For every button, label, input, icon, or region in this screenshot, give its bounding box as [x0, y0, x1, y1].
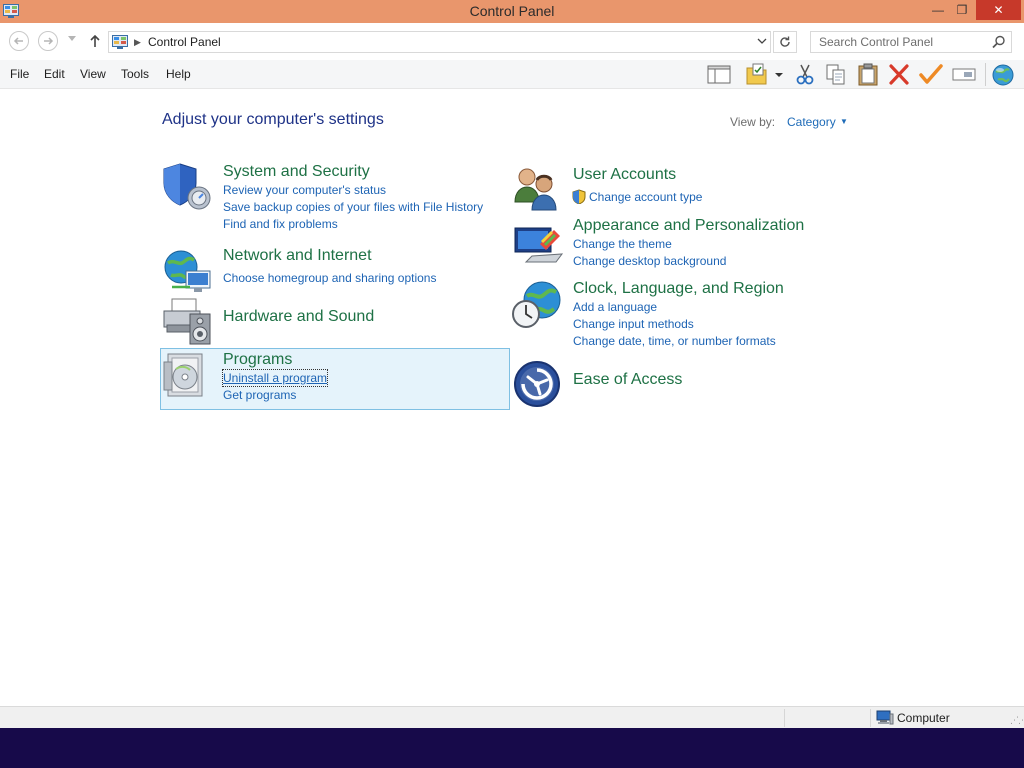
forward-button[interactable] [38, 31, 58, 51]
category-title[interactable]: Hardware and Sound [223, 307, 374, 326]
properties-button[interactable] [744, 62, 770, 87]
link-uninstall-program[interactable]: Uninstall a program [221, 369, 329, 387]
rename-button[interactable] [951, 62, 977, 87]
undo-button[interactable] [918, 62, 944, 87]
taskbar [0, 728, 1024, 768]
back-button[interactable] [9, 31, 29, 51]
link-change-input-methods[interactable]: Change input methods [573, 316, 694, 332]
link-change-desktop-background[interactable]: Change desktop background [573, 253, 726, 269]
search-icon[interactable] [991, 35, 1007, 49]
control-panel-icon [112, 35, 128, 49]
chevron-down-icon [68, 36, 76, 41]
menu-file[interactable]: File [10, 67, 29, 82]
up-button[interactable] [86, 31, 104, 51]
menu-view[interactable]: View [80, 67, 106, 82]
title-bar[interactable]: Control Panel — ❐ ✕ [0, 0, 1024, 23]
rename-icon [952, 68, 976, 81]
delete-icon [889, 64, 909, 85]
toolbar-separator [985, 63, 986, 86]
preview-pane-button[interactable] [706, 62, 732, 87]
view-by-chevron-icon[interactable]: ▼ [840, 117, 848, 126]
arrow-up-icon [90, 34, 100, 47]
category-title[interactable]: System and Security [223, 162, 370, 181]
close-button[interactable]: ✕ [976, 0, 1021, 20]
arrow-right-icon [44, 37, 54, 45]
copy-icon [826, 64, 845, 85]
link-change-theme[interactable]: Change the theme [573, 236, 672, 252]
status-separator [870, 709, 871, 727]
link-file-history[interactable]: Save backup copies of your files with Fi… [223, 199, 483, 215]
printer-speaker-icon [163, 298, 211, 345]
search-box[interactable] [810, 31, 1012, 53]
menu-edit[interactable]: Edit [44, 67, 65, 82]
category-title[interactable]: Clock, Language, and Region [573, 279, 784, 298]
programs-disc-icon [163, 353, 203, 397]
refresh-button[interactable] [773, 31, 797, 53]
network-globe-icon [164, 250, 211, 292]
view-by-dropdown[interactable]: Category [787, 115, 836, 129]
arrow-left-icon [13, 37, 23, 45]
preview-pane-icon [707, 65, 731, 84]
copy-button[interactable] [823, 62, 849, 87]
status-separator [784, 709, 785, 727]
menu-help[interactable]: Help [166, 67, 191, 82]
search-input[interactable] [811, 32, 987, 52]
category-title[interactable]: User Accounts [573, 165, 676, 184]
internet-button[interactable] [990, 62, 1016, 87]
window-title: Control Panel [469, 3, 555, 19]
breadcrumb[interactable]: Control Panel [148, 35, 221, 50]
minimize-button[interactable]: — [925, 0, 951, 20]
view-by-label: View by: [730, 115, 776, 129]
monitor-palette-icon [514, 227, 564, 263]
menu-bar: File Edit View Tools Help [0, 60, 1024, 89]
checkmark-icon [919, 64, 943, 84]
category-title[interactable]: Network and Internet [223, 246, 372, 265]
menu-tools[interactable]: Tools [121, 67, 149, 82]
category-title[interactable]: Programs [223, 350, 292, 369]
restore-button[interactable]: ❐ [949, 0, 975, 20]
properties-dropdown[interactable] [772, 62, 786, 87]
navigation-bar: ▶ Control Panel [0, 23, 1024, 60]
address-bar[interactable]: ▶ Control Panel [108, 31, 771, 53]
status-bar: Computer ⋰⋰ [0, 706, 1024, 728]
paste-button[interactable] [855, 62, 881, 87]
cut-button[interactable] [792, 62, 818, 87]
link-find-fix-problems[interactable]: Find and fix problems [223, 216, 338, 232]
category-title[interactable]: Appearance and Personalization [573, 216, 804, 235]
chevron-down-icon [775, 73, 783, 77]
refresh-icon [780, 36, 790, 47]
delete-button[interactable] [886, 62, 912, 87]
link-get-programs[interactable]: Get programs [223, 387, 296, 403]
address-dropdown-icon[interactable] [757, 35, 767, 49]
resize-grip-icon[interactable]: ⋰⋰ [1010, 715, 1024, 726]
ease-of-access-icon [514, 361, 560, 407]
properties-icon [746, 63, 767, 85]
globe-icon [992, 64, 1014, 86]
recent-locations-button[interactable] [66, 34, 78, 46]
link-change-account-type[interactable]: Change account type [589, 189, 702, 205]
status-location-label: Computer [897, 711, 950, 725]
uac-shield-icon [572, 189, 586, 204]
category-title[interactable]: Ease of Access [573, 370, 682, 389]
clock-globe-icon [512, 281, 561, 328]
link-review-status[interactable]: Review your computer's status [223, 182, 386, 198]
computer-icon [876, 710, 894, 725]
page-title: Adjust your computer's settings [162, 111, 384, 128]
paste-icon [858, 63, 878, 86]
shield-icon [163, 163, 211, 210]
breadcrumb-chevron-icon[interactable]: ▶ [134, 35, 141, 49]
users-icon [514, 168, 557, 211]
control-panel-window: Control Panel — ❐ ✕ ▶ Control Panel Sear… [0, 0, 1024, 728]
link-homegroup-sharing[interactable]: Choose homegroup and sharing options [223, 270, 436, 286]
cut-icon [796, 64, 814, 85]
link-add-language[interactable]: Add a language [573, 299, 657, 315]
link-change-date-time-formats[interactable]: Change date, time, or number formats [573, 333, 776, 349]
